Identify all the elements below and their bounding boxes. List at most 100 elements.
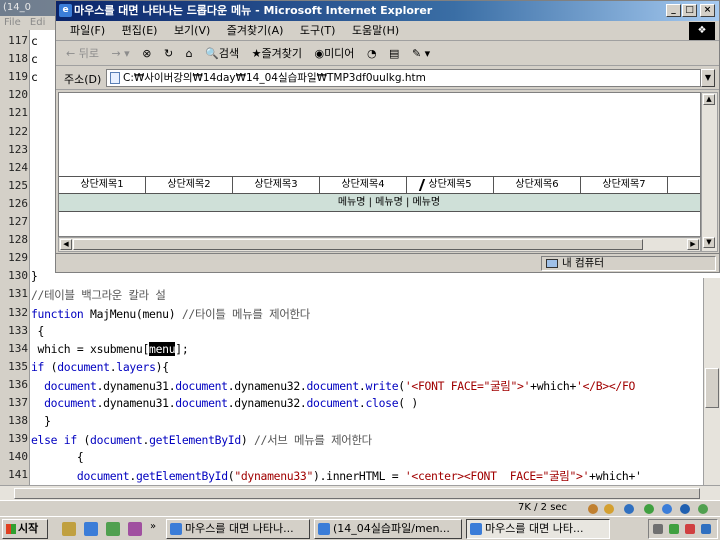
address-dropdown-icon[interactable]: ▼ [701,69,715,87]
code-line: c [31,70,38,84]
code-token: document [175,396,228,410]
scroll-thumb[interactable] [14,488,700,499]
top-menu-item-3[interactable]: 상단제목3 [233,177,320,193]
code-token: ) [240,433,254,448]
forward-button-icon[interactable]: → ▾ [111,47,129,60]
code-token: } [31,414,51,429]
menu-help[interactable]: 도움말(H) [352,24,399,37]
status-icon [698,504,708,514]
line-number: 130 [8,269,28,283]
scroll-up-icon[interactable]: ▲ [703,94,715,105]
code-token: '<center><FONT FACE="굴림">' [404,469,590,484]
browser-title: 마우스를 대면 나타나는 드롭다운 메뉴 - Microsoft Interne… [74,4,433,17]
editor-menu-edit[interactable]: Edi [30,17,45,28]
editor-menu-file[interactable]: File [4,17,21,28]
top-menu-item-2[interactable]: 상단제목2 [146,177,233,193]
home-icon[interactable]: ⌂ [186,47,193,60]
editor-vertical-scrollbar[interactable] [703,278,720,485]
browser-horizontal-scrollbar[interactable]: ◀ ▶ [58,237,701,252]
editor-menubar: File Edi [0,16,58,30]
line-number: 119 [8,70,28,84]
media-button[interactable]: ◉미디어 [314,47,354,60]
tray-icon[interactable] [653,524,663,534]
refresh-icon[interactable]: ↻ [164,47,173,60]
scroll-thumb[interactable] [73,239,643,250]
menu-favorites[interactable]: 즐겨찾기(A) [227,24,284,37]
menu-file[interactable]: 파일(F) [70,24,105,37]
code-line: if (document.layers){ [31,360,169,374]
tray-icon[interactable] [669,524,679,534]
address-value: C:₩사이버강의₩14day₩14_04실습파일₩TMP3df0uulkg.ht… [123,72,426,84]
line-number: 129 [8,251,28,265]
maximize-button[interactable]: □ [682,4,697,17]
code-token: getElementById [135,469,228,484]
code-token: { [31,323,45,338]
line-number: 136 [8,377,28,391]
top-menu-item-6[interactable]: 상단제목6 [494,177,581,193]
tray-icon[interactable] [701,524,711,534]
favorites-button[interactable]: ★즐겨찾기 [252,47,302,60]
quicklaunch-ie-icon[interactable] [84,522,98,536]
scroll-thumb[interactable] [705,368,719,408]
task-button-3[interactable]: 마우스를 대면 나타... [466,519,610,539]
code-token: close [365,396,399,410]
menu-edit[interactable]: 편집(E) [122,24,158,37]
close-button[interactable]: × [700,4,715,17]
task-button-1[interactable]: 마우스를 대면 나타나... [166,519,310,539]
address-label: 주소(D) [64,73,102,86]
editor-horizontal-scrollbar[interactable] [0,485,720,500]
code-token: .dynamenu31. [96,378,176,393]
line-number: 135 [8,359,28,373]
line-number: 128 [8,233,28,247]
code-token: ]; [175,341,189,356]
address-input[interactable]: C:₩사이버강의₩14day₩14_04실습파일₩TMP3df0uulkg.ht… [106,69,701,87]
code-token: getElementById [149,433,241,448]
task-button-2[interactable]: (14_04실습파일/men... [314,519,462,539]
code-token: ( [76,433,91,448]
top-menu-item-1[interactable]: 상단제목1 [59,177,146,193]
edit-icon[interactable]: ✎ ▾ [412,47,430,60]
code-token: ( ) [398,396,418,410]
code-token: document [31,378,97,393]
quicklaunch-app-icon[interactable] [128,522,142,536]
back-button[interactable]: ← 뒤로 [66,47,99,60]
code-token: which = xsubmenu[ [31,341,150,356]
editor-statusbar: 7K / 2 sec [0,500,720,516]
browser-statusbar: 내 컴퓨터 [56,253,719,272]
browser-vertical-scrollbar[interactable]: ▲ ▼ [701,92,718,252]
start-button[interactable]: 시작 [2,519,48,539]
menu-tools[interactable]: 도구(T) [300,24,336,37]
code-token: document [57,359,110,374]
page-icon [110,72,120,84]
code-line: c [31,52,38,66]
code-token: function [31,306,84,321]
line-number: 127 [8,215,28,228]
code-line: //테이블 백그라운 칼라 설 [31,287,166,303]
line-number: 122 [8,124,28,138]
load-status-text: 7K / 2 sec [518,502,568,513]
tray-icon[interactable] [685,524,695,534]
ie-icon [470,523,482,535]
menu-view[interactable]: 보기(V) [174,24,210,37]
scroll-down-icon[interactable]: ▼ [703,237,715,248]
quicklaunch-app-icon[interactable] [106,522,120,536]
minimize-button[interactable]: _ [666,4,681,17]
print-icon[interactable]: ▤ [389,47,399,60]
search-label: 검색 [218,47,240,60]
quicklaunch-desktop-icon[interactable] [62,522,76,536]
history-icon[interactable]: ◔ [367,47,377,60]
top-menu-item-7[interactable]: 상단제목7 [581,177,668,193]
code-line: document.dynamenu31.document.dynamenu32.… [31,396,418,410]
quicklaunch-more-icon[interactable]: » [150,521,156,532]
scroll-left-icon[interactable]: ◀ [60,239,72,250]
submenu-row[interactable]: 메뉴명 | 메뉴명 | 메뉴명 [59,194,700,212]
top-menu-item-4[interactable]: 상단제목4 [320,177,407,193]
scroll-right-icon[interactable]: ▶ [687,239,699,250]
line-number: 137 [8,396,28,409]
taskbar: 시작 » 마우스를 대면 나타나... (14_04실습파일/men... 마우… [0,516,720,540]
top-menu-item-8[interactable]: 상단 [668,177,700,193]
line-number: 126 [8,196,28,210]
search-button[interactable]: 🔍검색 [205,47,239,60]
line-number: 125 [8,178,28,192]
stop-icon[interactable]: ⊗ [142,47,151,60]
